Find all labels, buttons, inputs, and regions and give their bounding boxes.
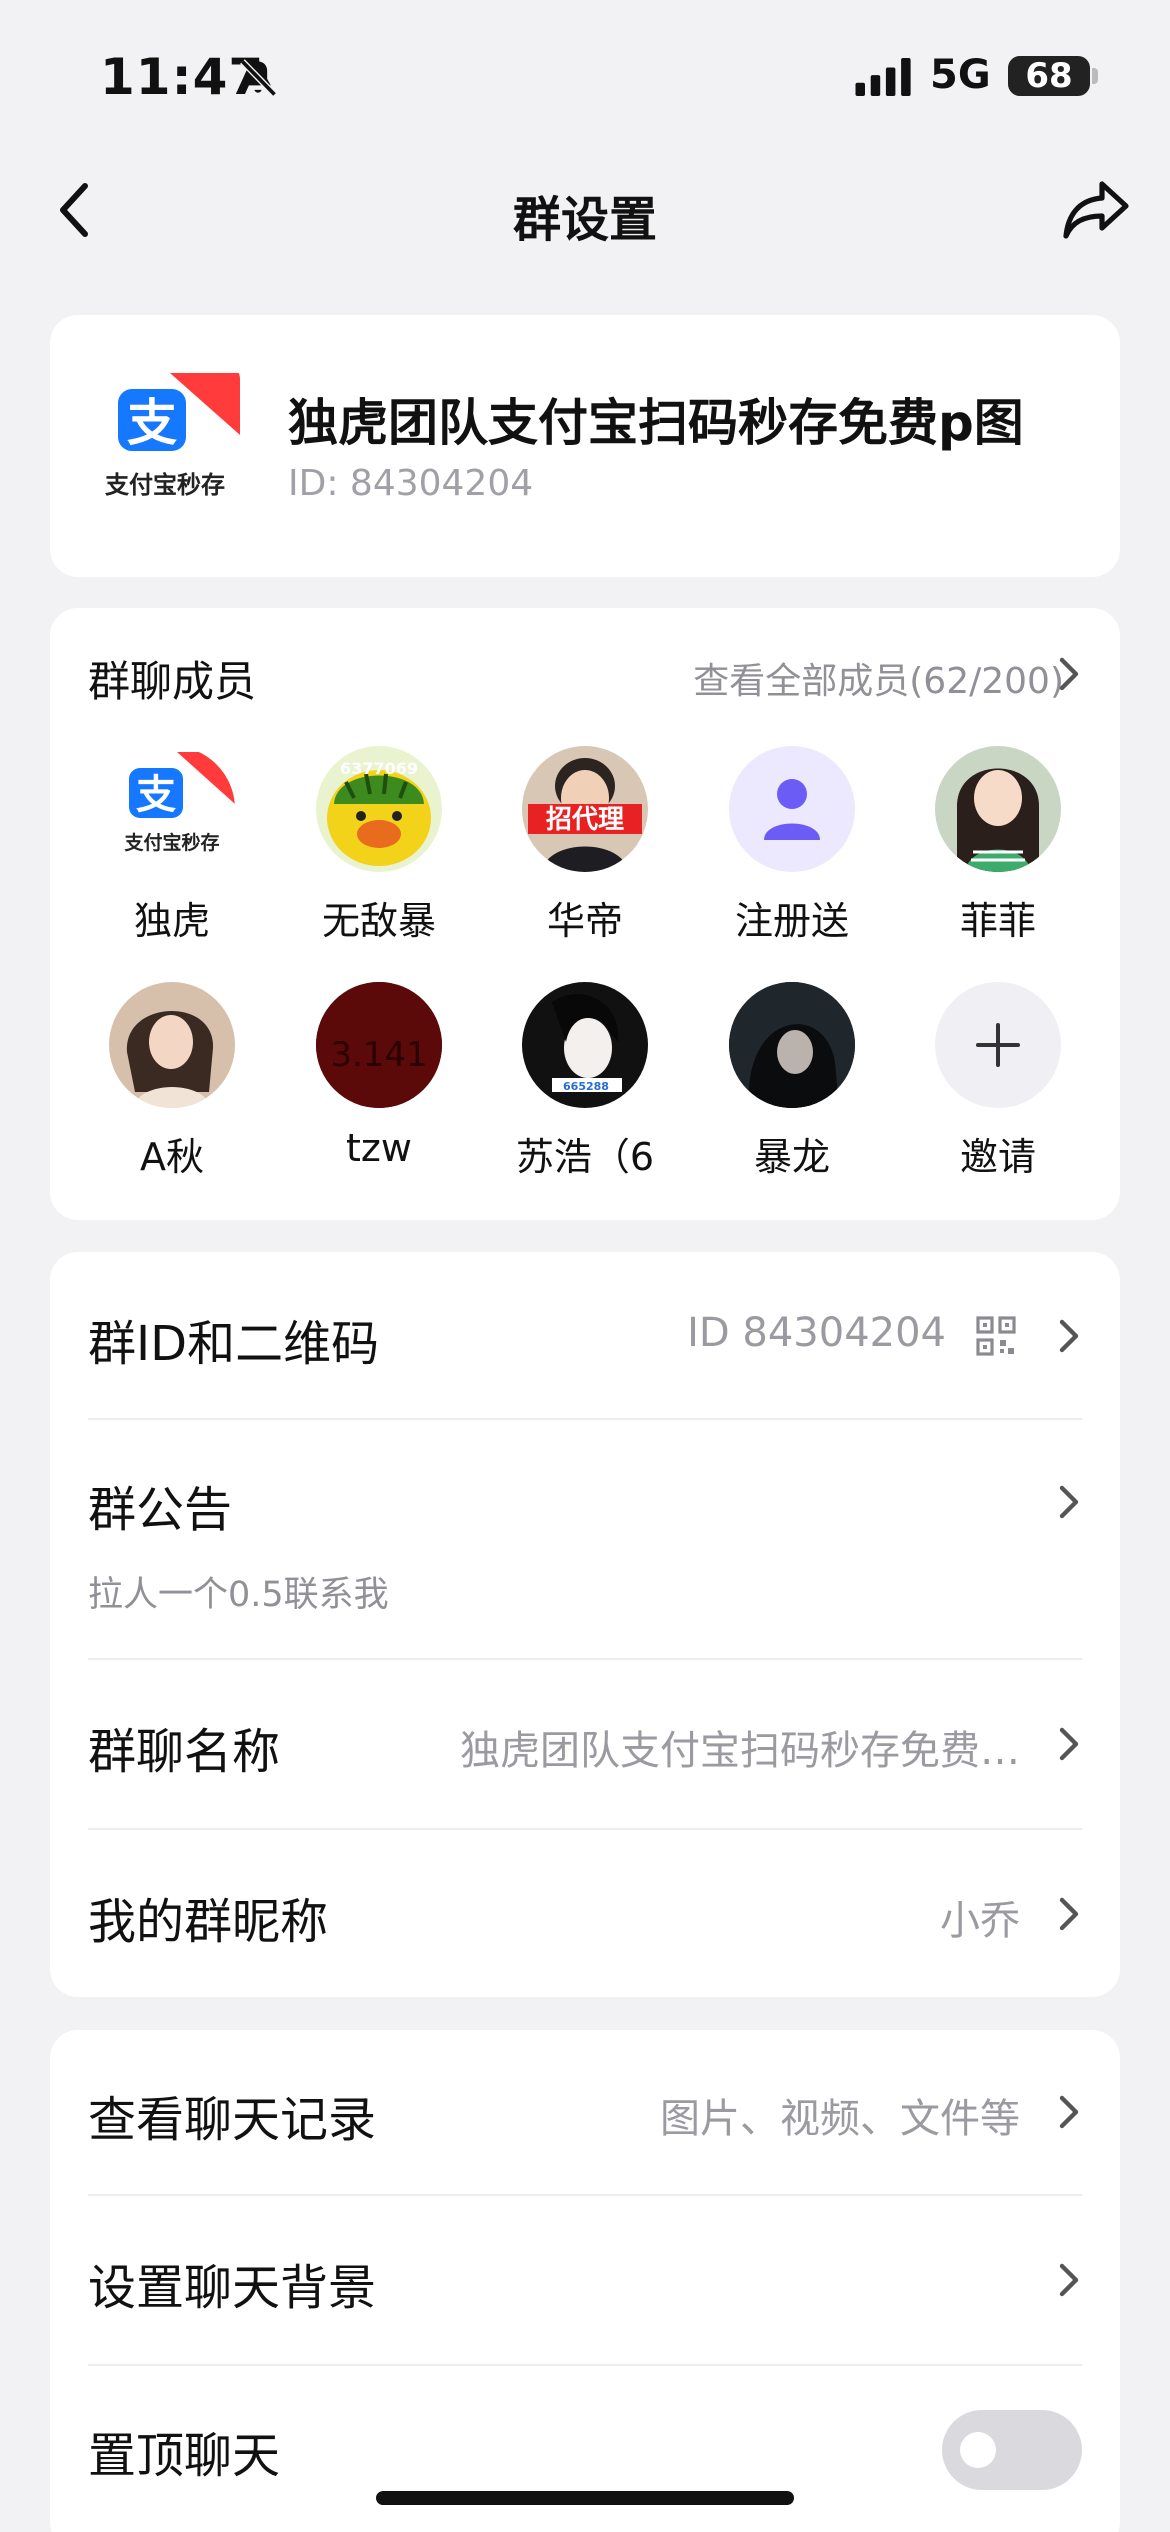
svg-text:6377069: 6377069 xyxy=(340,759,418,778)
member-avatar: 招代理 xyxy=(522,746,648,872)
divider xyxy=(88,1418,1082,1420)
divider xyxy=(88,1658,1082,1660)
member-name: 注册送 xyxy=(734,899,849,943)
network-type: 5G xyxy=(930,52,991,98)
view-all-members-link[interactable]: 查看全部成员(62/200) xyxy=(693,652,1064,704)
member-name: 华帝 xyxy=(546,899,623,943)
member-name: 菲菲 xyxy=(959,899,1036,943)
toggle-knob xyxy=(960,2432,996,2468)
divider xyxy=(88,2364,1082,2366)
member-item[interactable]: 3.141 tzw xyxy=(279,982,479,1170)
member-name: 苏浩（6 xyxy=(515,1135,655,1179)
chevron-right-icon xyxy=(1059,1485,1079,1519)
battery-icon: 68 xyxy=(1008,56,1090,96)
history-value: 图片、视频、文件等 xyxy=(660,2096,1020,2142)
chevron-right-icon xyxy=(1059,1897,1079,1931)
member-avatar: 支 支付宝秒存 xyxy=(109,746,235,872)
divider xyxy=(88,2194,1082,2196)
share-icon[interactable] xyxy=(1060,178,1130,242)
members-card: 群聊成员 查看全部成员(62/200) 支 支付宝秒存 独虎 6377069 无… xyxy=(50,608,1120,1220)
battery-tip xyxy=(1092,68,1098,84)
nickname-value: 小乔 xyxy=(940,1898,1020,1944)
announcement-text: 拉人一个0.5联系我 xyxy=(88,1575,389,1615)
svg-text:招代理: 招代理 xyxy=(546,805,624,835)
qr-code-icon xyxy=(976,1316,1016,1356)
member-name: 无敌暴 xyxy=(321,899,436,943)
svg-text:支: 支 xyxy=(127,394,177,452)
member-avatar: 665288 xyxy=(522,982,648,1108)
home-indicator[interactable] xyxy=(376,2491,794,2505)
divider xyxy=(88,1828,1082,1830)
row-label: 置顶聊天 xyxy=(88,2428,281,2484)
group-name: 独虎团队支付宝扫码秒存免费p图 xyxy=(288,394,1024,452)
svg-text:3.141: 3.141 xyxy=(330,1035,427,1075)
settings-card: 群ID和二维码 ID 84304204 群公告 拉人一个0.5联系我 群聊名称 … xyxy=(50,1252,1120,1997)
row-label: 群公告 xyxy=(88,1482,233,1538)
member-item[interactable]: 招代理 华帝 xyxy=(485,746,685,945)
svg-text:支: 支 xyxy=(136,772,176,818)
member-name: 暴龙 xyxy=(753,1135,830,1179)
member-name: 邀请 xyxy=(959,1135,1036,1179)
member-item[interactable]: 注册送 xyxy=(692,746,892,945)
status-bar: 11:47 5G 68 xyxy=(0,0,1170,150)
svg-text:支付宝秒存: 支付宝秒存 xyxy=(123,831,219,854)
svg-text:665288: 665288 xyxy=(563,1080,609,1093)
member-name: A秋 xyxy=(140,1135,204,1179)
row-label: 查看聊天记录 xyxy=(88,2092,377,2148)
group-header-card[interactable]: 支 支付宝秒存 独虎团队支付宝扫码秒存免费p图 ID: 84304204 xyxy=(50,315,1120,577)
members-title: 群聊成员 xyxy=(88,657,257,706)
chevron-right-icon xyxy=(1059,1319,1079,1353)
member-item[interactable]: 菲菲 xyxy=(898,746,1098,945)
nav-bar: 群设置 xyxy=(0,160,1170,260)
row-label: 我的群昵称 xyxy=(88,1894,329,1950)
chevron-right-icon[interactable] xyxy=(1054,654,1084,694)
chevron-right-icon xyxy=(1059,2095,1079,2129)
group-name-value: 独虎团队支付宝扫码秒存免费… xyxy=(460,1728,1020,1774)
row-label: 群聊名称 xyxy=(88,1724,281,1780)
member-avatar: 3.141 xyxy=(316,982,442,1108)
alipay-logo-icon: 支 支付宝秒存 xyxy=(105,373,240,499)
bell-muted-icon xyxy=(240,59,277,97)
member-item[interactable]: 665288 苏浩（6 xyxy=(485,982,685,1181)
member-item[interactable]: 支 支付宝秒存 独虎 xyxy=(72,746,272,945)
invite-member-button[interactable]: 邀请 xyxy=(898,982,1098,1181)
row-label: 群ID和二维码 xyxy=(88,1316,380,1372)
member-item[interactable]: A秋 xyxy=(72,982,272,1181)
group-avatar: 支 支付宝秒存 xyxy=(90,363,240,513)
page-title: 群设置 xyxy=(512,192,657,248)
member-item[interactable]: 6377069 无敌暴 xyxy=(279,746,479,945)
member-avatar: 6377069 xyxy=(316,746,442,872)
member-avatar xyxy=(109,982,235,1108)
svg-text:支付宝秒存: 支付宝秒存 xyxy=(105,471,225,499)
user-icon xyxy=(764,779,820,840)
member-avatar xyxy=(935,982,1061,1108)
chevron-right-icon xyxy=(1059,2263,1079,2297)
member-name: tzw xyxy=(346,1126,412,1170)
member-avatar xyxy=(729,982,855,1108)
row-label: 设置聊天背景 xyxy=(88,2260,377,2316)
group-id-value: ID 84304204 xyxy=(687,1310,946,1356)
member-avatar xyxy=(729,746,855,872)
member-avatar xyxy=(935,746,1061,872)
member-name: 独虎 xyxy=(133,899,210,943)
pin-chat-toggle[interactable] xyxy=(942,2410,1082,2490)
settings-card: 查看聊天记录 图片、视频、文件等 设置聊天背景 置顶聊天 xyxy=(50,2030,1120,2532)
signal-icon xyxy=(855,58,911,96)
chevron-right-icon xyxy=(1059,1727,1079,1761)
plus-icon xyxy=(976,1023,1020,1067)
group-id: ID: 84304204 xyxy=(288,463,534,504)
member-item[interactable]: 暴龙 xyxy=(692,982,892,1181)
